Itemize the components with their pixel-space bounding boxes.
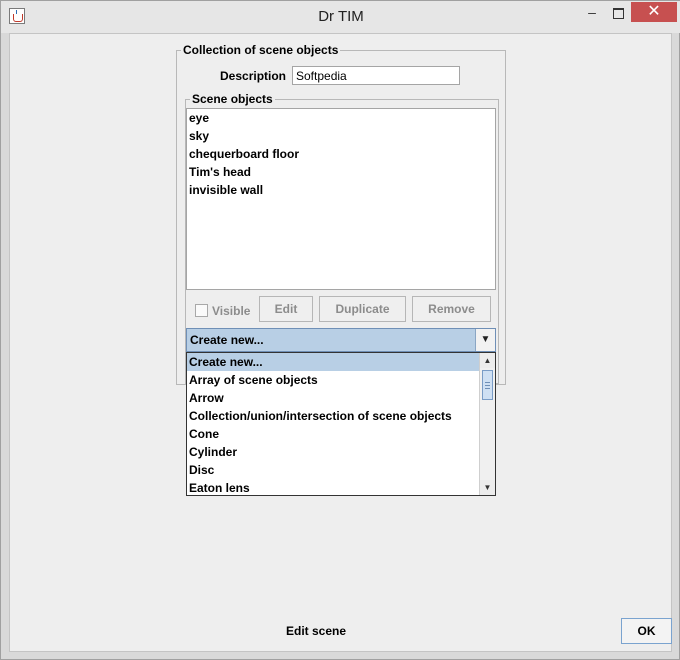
- collection-group-title: Collection of scene objects: [181, 43, 341, 57]
- option-item[interactable]: Cylinder: [187, 443, 479, 461]
- visible-checkbox-wrap[interactable]: Visible: [195, 303, 250, 318]
- status-text: Edit scene: [286, 624, 347, 638]
- dropdown-arrow-icon[interactable]: ▼: [475, 329, 495, 351]
- option-item[interactable]: Eaton lens: [187, 479, 479, 495]
- maximize-icon: [612, 7, 624, 19]
- scroll-down-icon[interactable]: ▼: [480, 480, 495, 495]
- visible-label: Visible: [212, 303, 251, 318]
- option-item[interactable]: Arrow: [187, 389, 479, 407]
- scroll-thumb[interactable]: [482, 370, 493, 400]
- option-item[interactable]: Collection/union/intersection of scene o…: [187, 407, 479, 425]
- scene-objects-list[interactable]: eye sky chequerboard floor Tim's head in…: [186, 108, 496, 290]
- remove-button[interactable]: Remove: [412, 296, 491, 322]
- minimize-button[interactable]: –: [579, 2, 605, 22]
- description-input[interactable]: [292, 66, 460, 85]
- list-item[interactable]: chequerboard floor: [187, 145, 495, 163]
- list-item[interactable]: eye: [187, 109, 495, 127]
- list-item[interactable]: invisible wall: [187, 181, 495, 199]
- create-new-popup: Create new... Array of scene objects Arr…: [186, 352, 496, 496]
- create-new-options: Create new... Array of scene objects Arr…: [187, 353, 479, 495]
- visible-checkbox[interactable]: [195, 304, 208, 318]
- ok-button[interactable]: OK: [621, 618, 672, 644]
- option-item[interactable]: Create new...: [187, 353, 479, 371]
- maximize-button[interactable]: [605, 2, 631, 22]
- scroll-up-icon[interactable]: ▲: [480, 353, 495, 368]
- scene-objects-group-title: Scene objects: [190, 92, 275, 106]
- app-window: Dr TIM – ✕ Collection of scene objects D…: [0, 0, 680, 660]
- list-item[interactable]: Tim's head: [187, 163, 495, 181]
- option-item[interactable]: Cone: [187, 425, 479, 443]
- option-item[interactable]: Array of scene objects: [187, 371, 479, 389]
- dialog-content: Collection of scene objects Description …: [9, 33, 672, 652]
- close-button[interactable]: ✕: [631, 2, 677, 22]
- list-item[interactable]: sky: [187, 127, 495, 145]
- title-bar[interactable]: Dr TIM – ✕: [1, 1, 680, 33]
- description-label: Description: [220, 69, 287, 83]
- duplicate-button[interactable]: Duplicate: [319, 296, 406, 322]
- popup-scrollbar[interactable]: ▲ ▼: [479, 353, 495, 495]
- create-new-selected: Create new...: [190, 333, 264, 347]
- edit-button[interactable]: Edit: [259, 296, 313, 322]
- option-item[interactable]: Disc: [187, 461, 479, 479]
- create-new-dropdown[interactable]: Create new... ▼: [186, 328, 496, 352]
